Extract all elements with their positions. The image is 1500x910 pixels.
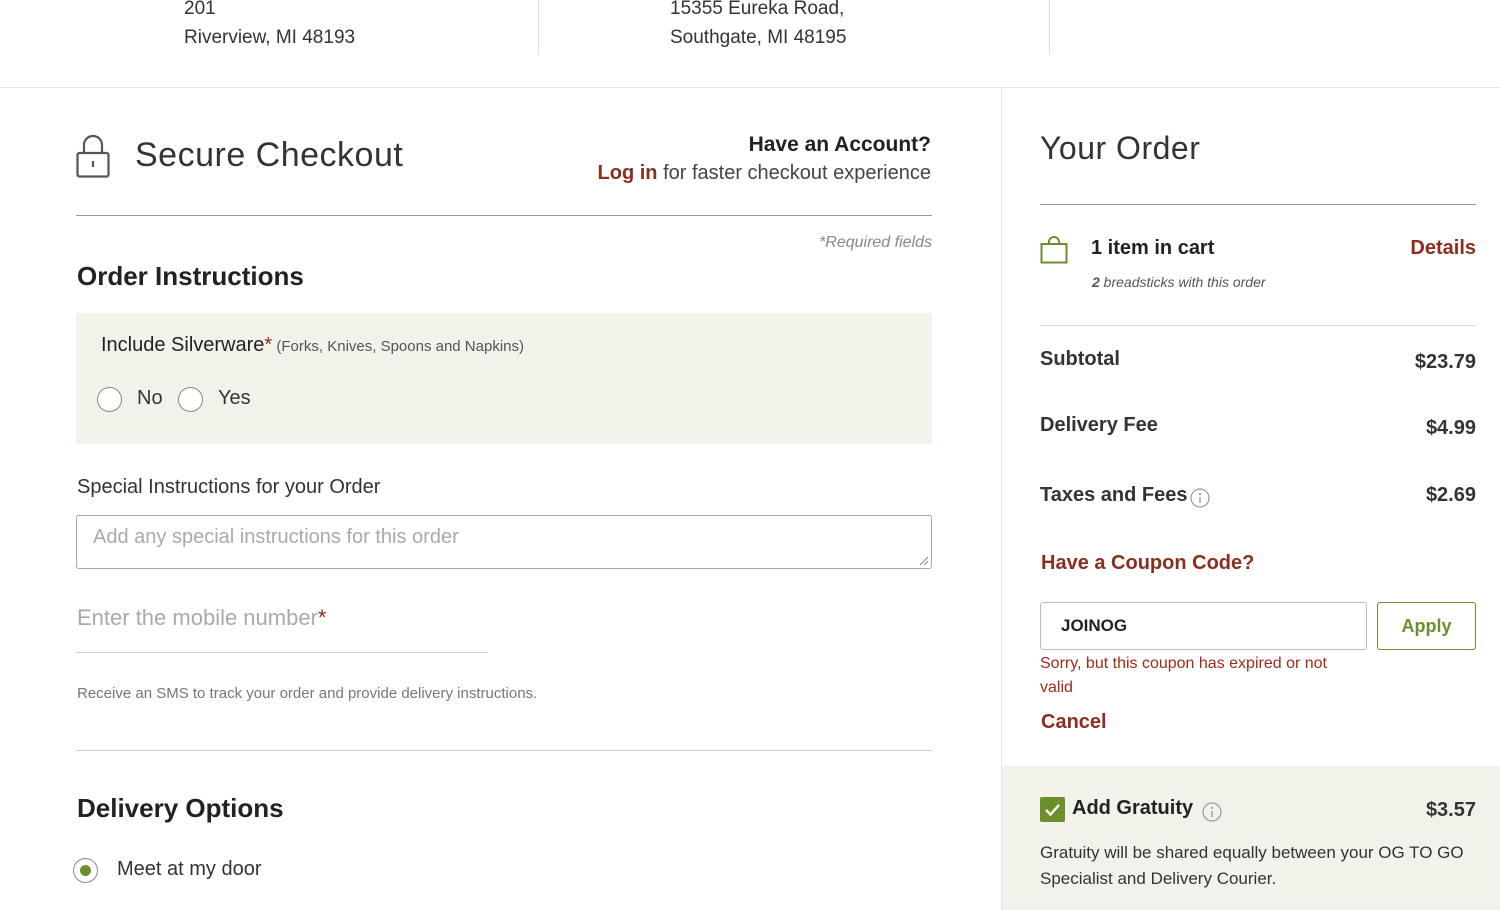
- lock-icon: [76, 134, 110, 178]
- breadsticks-text: breadsticks with this order: [1099, 274, 1266, 290]
- apply-coupon-button[interactable]: Apply: [1377, 602, 1476, 650]
- shopping-bag-icon: [1040, 236, 1068, 264]
- divider: [76, 215, 932, 216]
- divider: [1049, 0, 1050, 54]
- order-instructions-heading: Order Instructions: [77, 261, 304, 291]
- silverware-no-radio[interactable]: [97, 387, 122, 412]
- page-title: Secure Checkout: [135, 136, 404, 174]
- login-link[interactable]: Log in: [598, 162, 658, 184]
- silverware-panel: Include Silverware* (Forks, Knives, Spoo…: [76, 313, 932, 444]
- cart-item-count: 1 item in cart: [1091, 237, 1215, 259]
- store-address-line2: Southgate, MI 48195: [670, 27, 847, 48]
- gratuity-note: Gratuity will be shared equally between …: [1040, 843, 1464, 888]
- add-gratuity-label[interactable]: Add Gratuity: [1072, 797, 1193, 820]
- delivery-options-heading: Delivery Options: [77, 793, 284, 823]
- coupon-code-toggle[interactable]: Have a Coupon Code?: [1041, 552, 1254, 575]
- subtotal-label: Subtotal: [1040, 348, 1120, 370]
- have-account-heading: Have an Account?: [748, 133, 931, 156]
- divider: [76, 750, 932, 751]
- special-instructions-label: Special Instructions for your Order: [77, 476, 381, 498]
- silverware-sublabel: (Forks, Knives, Spoons and Napkins): [272, 338, 524, 355]
- coupon-error-message: Sorry, but this coupon has expired or no…: [1040, 655, 1327, 696]
- taxes-fees-label: Taxes and Fees: [1040, 484, 1188, 506]
- login-prompt-text: for faster checkout experience: [657, 162, 931, 184]
- cancel-coupon-link[interactable]: Cancel: [1041, 711, 1107, 734]
- required-fields-note: *Required fields: [819, 234, 932, 251]
- sms-note: Receive an SMS to track your order and p…: [77, 685, 538, 702]
- info-icon[interactable]: [1202, 802, 1222, 822]
- silverware-question: Include Silverware* (Forks, Knives, Spoo…: [101, 334, 524, 357]
- subtotal-value: $23.79: [1414, 351, 1476, 373]
- store-address-line2: Riverview, MI 48193: [184, 27, 356, 48]
- cart-details-link[interactable]: Details: [1410, 237, 1476, 260]
- delivery-fee-value: $4.99: [1425, 417, 1476, 439]
- delivery-fee-label: Delivery Fee: [1040, 414, 1158, 436]
- mobile-number-input[interactable]: [76, 600, 488, 653]
- coupon-code-input[interactable]: [1040, 602, 1367, 650]
- gratuity-value: $3.57: [1425, 799, 1476, 821]
- store-address-line1: 15355 Eureka Road,: [670, 0, 845, 19]
- order-summary-title: Your Order: [1040, 130, 1201, 166]
- gratuity-panel: Add Gratuity $3.57 Gratuity will be shar…: [1002, 766, 1500, 910]
- special-instructions-input[interactable]: [76, 515, 932, 569]
- store-address-riverview[interactable]: 201 Riverview, MI 48193: [184, 0, 355, 52]
- meet-at-door-label[interactable]: Meet at my door: [117, 858, 262, 881]
- taxes-fees-value: $2.69: [1425, 484, 1476, 506]
- silverware-yes-label[interactable]: Yes: [218, 387, 251, 410]
- meet-at-door-radio[interactable]: [73, 858, 98, 883]
- info-icon[interactable]: [1190, 488, 1210, 508]
- login-prompt: Log in for faster checkout experience: [598, 162, 931, 185]
- divider: [1040, 204, 1476, 205]
- checkmark-icon: [1045, 804, 1060, 817]
- breadsticks-note: 2 breadsticks with this order: [1092, 274, 1266, 290]
- silverware-label: Include Silverware: [101, 334, 265, 356]
- divider: [538, 0, 539, 54]
- store-address-strip: 201 Riverview, MI 48193 15355 Eureka Roa…: [0, 0, 1500, 88]
- divider: [1040, 325, 1476, 326]
- add-gratuity-checkbox[interactable]: [1040, 797, 1065, 822]
- store-address-southgate[interactable]: 15355 Eureka Road, Southgate, MI 48195: [670, 0, 846, 52]
- silverware-no-label[interactable]: No: [137, 387, 163, 410]
- store-address-line1: 201: [184, 0, 216, 19]
- breadsticks-count: 2: [1092, 274, 1100, 290]
- resize-grip-icon[interactable]: [918, 555, 928, 565]
- silverware-yes-radio[interactable]: [178, 387, 203, 412]
